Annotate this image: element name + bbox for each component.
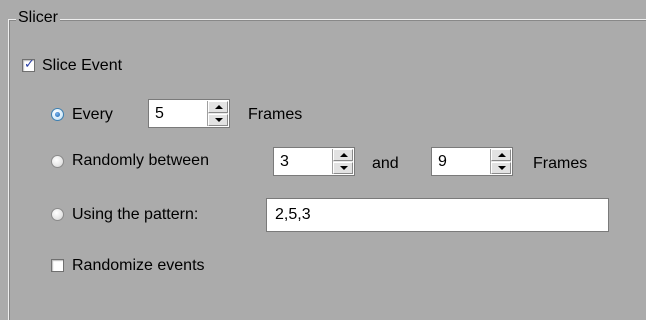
slice-event-checkbox[interactable]: ✓ [22,57,35,72]
random-min-spinner[interactable]: 3 [273,147,355,176]
chevron-down-icon [215,118,223,122]
every-label[interactable]: Every [72,105,113,125]
random-min-value[interactable]: 3 [280,152,289,172]
checkmark-icon: ✓ [24,57,35,72]
pattern-value[interactable]: 2,5,3 [275,205,311,225]
pattern-input[interactable]: 2,5,3 [266,198,609,232]
spin-up-button[interactable] [491,149,511,161]
spin-up-button[interactable] [333,149,353,161]
spinner-buttons [207,101,228,126]
pattern-label[interactable]: Using the pattern: [72,205,198,225]
spinner-buttons [332,149,353,174]
every-frames-unit: Frames [248,106,303,123]
randomly-label[interactable]: Randomly between [72,151,209,171]
pattern-radio[interactable] [51,208,64,221]
random-max-spinner[interactable]: 9 [431,147,513,176]
chevron-up-icon [498,153,506,157]
every-frames-value[interactable]: 5 [155,104,164,124]
spin-down-button[interactable] [491,162,511,174]
radio-selected-dot-icon [55,112,60,117]
chevron-down-icon [498,166,506,170]
chevron-down-icon [340,166,348,170]
spin-down-button[interactable] [333,162,353,174]
random-max-value[interactable]: 9 [438,152,447,172]
chevron-up-icon [215,105,223,109]
every-radio[interactable] [51,108,64,121]
randomize-events-checkbox[interactable] [51,259,64,272]
and-label: and [372,155,399,172]
randomly-frames-unit: Frames [533,155,588,172]
spin-up-button[interactable] [208,101,228,113]
groupbox-title: Slicer [16,8,61,28]
spin-down-button[interactable] [208,114,228,126]
randomize-events-label[interactable]: Randomize events [72,256,205,276]
spinner-buttons [490,149,511,174]
every-frames-spinner[interactable]: 5 [148,99,230,128]
randomly-radio[interactable] [51,155,64,168]
slice-event-label[interactable]: Slice Event [42,56,122,76]
chevron-up-icon [340,153,348,157]
